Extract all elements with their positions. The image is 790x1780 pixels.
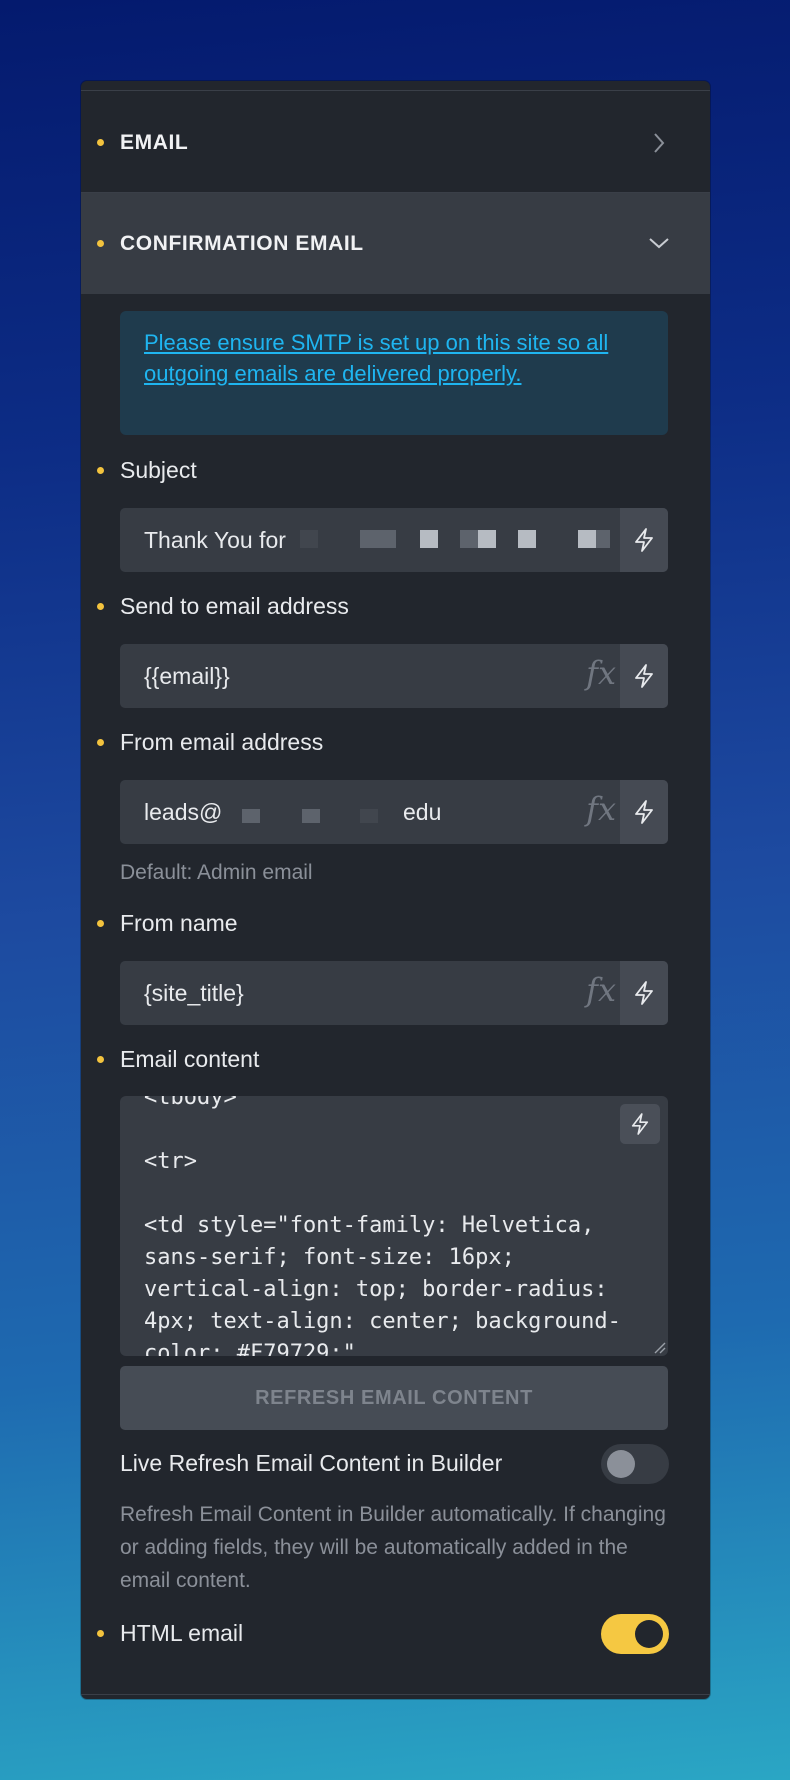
fx-icon[interactable]: fx <box>586 790 616 828</box>
bolt-icon <box>635 664 653 688</box>
toggle-knob <box>607 1450 635 1478</box>
section-confirmation-email-title: CONFIRMATION EMAIL <box>120 232 364 255</box>
from-name-label: From name <box>120 910 238 936</box>
dynamic-data-button[interactable] <box>620 780 668 844</box>
chevron-down-icon <box>649 238 669 249</box>
redacted-text <box>578 530 596 548</box>
resize-handle-icon[interactable] <box>652 1340 666 1354</box>
subject-value: Thank You for <box>144 527 286 553</box>
from-name-value: {site_title} <box>144 980 244 1006</box>
redacted-text <box>302 809 320 823</box>
live-refresh-help: Refresh Email Content in Builder automat… <box>120 1503 666 1592</box>
smtp-notice-link[interactable]: Please ensure SMTP is set up on this sit… <box>144 327 644 389</box>
dynamic-data-button[interactable] <box>620 1104 660 1144</box>
email-content-label: Email content <box>120 1046 260 1072</box>
divider <box>81 1694 710 1695</box>
section-email-row[interactable]: EMAIL <box>81 91 710 192</box>
send-to-label: Send to email address <box>120 593 349 619</box>
html-email-label: HTML email <box>120 1620 244 1646</box>
setting-dot <box>97 240 104 247</box>
from-email-value-prefix: leads@ <box>144 799 223 825</box>
from-email-label: From email address <box>120 729 324 755</box>
section-email-title: EMAIL <box>120 131 189 154</box>
setting-dot <box>97 467 104 474</box>
redacted-text <box>460 530 478 548</box>
dynamic-data-button[interactable] <box>620 644 668 708</box>
chevron-right-icon <box>654 133 665 153</box>
redacted-text <box>478 530 496 548</box>
setting-dot <box>97 739 104 746</box>
email-content-textarea[interactable]: <tbody> <tr> <td style="font-family: Hel… <box>120 1096 668 1356</box>
redacted-text <box>300 530 318 548</box>
subject-input[interactable]: Thank You for <box>120 508 668 572</box>
form-settings-panel: EMAIL CONFIRMATION EMAIL Please ensure S… <box>81 81 710 1699</box>
html-email-toggle[interactable] <box>601 1614 669 1654</box>
redacted-text <box>242 809 260 823</box>
setting-dot <box>97 139 104 146</box>
redacted-text <box>518 530 536 548</box>
live-refresh-label: Live Refresh Email Content in Builder <box>120 1450 503 1476</box>
bolt-icon <box>631 1113 649 1135</box>
setting-dot <box>97 1056 104 1063</box>
setting-dot <box>97 1630 104 1637</box>
send-to-input[interactable]: {{email}} fx <box>120 644 668 708</box>
live-refresh-toggle[interactable] <box>601 1444 669 1484</box>
refresh-email-content-button[interactable]: REFRESH EMAIL CONTENT <box>120 1366 668 1430</box>
redacted-text <box>360 809 378 823</box>
redacted-text <box>378 530 396 548</box>
fx-icon[interactable]: fx <box>586 971 616 1009</box>
dynamic-data-button[interactable] <box>620 508 668 572</box>
redacted-text <box>360 530 378 548</box>
bolt-icon <box>635 528 653 552</box>
redacted-text <box>596 530 610 548</box>
smtp-notice: Please ensure SMTP is set up on this sit… <box>120 311 668 435</box>
toggle-knob <box>635 1620 663 1648</box>
fx-icon[interactable]: fx <box>586 654 616 692</box>
from-email-help: Default: Admin email <box>120 861 313 884</box>
bolt-icon <box>635 981 653 1005</box>
bolt-icon <box>635 800 653 824</box>
section-confirmation-email-row[interactable]: CONFIRMATION EMAIL <box>81 193 710 294</box>
email-content-value: <tbody> <tr> <td style="font-family: Hel… <box>144 1096 621 1356</box>
from-name-input[interactable]: {site_title} fx <box>120 961 668 1025</box>
from-email-value-suffix: edu <box>403 799 442 825</box>
redacted-text <box>420 530 438 548</box>
from-email-input[interactable]: leads@ edu fx <box>120 780 668 844</box>
setting-dot <box>97 603 104 610</box>
subject-label: Subject <box>120 457 197 483</box>
dynamic-data-button[interactable] <box>620 961 668 1025</box>
setting-dot <box>97 920 104 927</box>
send-to-value: {{email}} <box>144 663 230 689</box>
